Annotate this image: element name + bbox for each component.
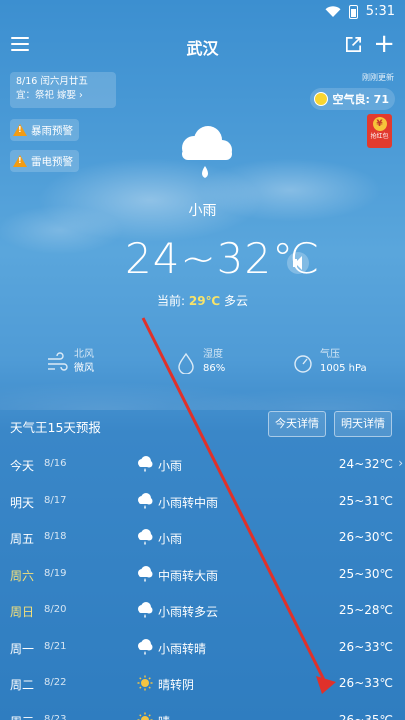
aqi-badge[interactable]: 空气良: 71 bbox=[310, 88, 395, 110]
forecast-day: 周五 bbox=[10, 532, 35, 546]
current-temp: 29℃ bbox=[188, 294, 221, 308]
red-packet-label: 抢红包 bbox=[370, 133, 389, 140]
forecast-row[interactable]: 周二 8/22 晴转阴 26~33℃ bbox=[0, 666, 405, 703]
light-rain-cloud-icon bbox=[182, 126, 232, 178]
forecast-day: 周一 bbox=[10, 641, 35, 656]
forecast-date: 8/18 bbox=[44, 531, 67, 542]
forecast-temps: 26~33℃ bbox=[338, 639, 393, 654]
forecast-temps: 25~30℃ bbox=[338, 566, 393, 581]
share-icon[interactable] bbox=[344, 35, 363, 54]
forecast-date: 8/22 bbox=[44, 677, 67, 688]
forecast-condition: 晴转阴 bbox=[158, 678, 195, 692]
update-status: 刚刚更新 bbox=[362, 73, 394, 82]
forecast-row[interactable]: 周一 8/21 小雨转晴 26~33℃ bbox=[0, 630, 405, 667]
forecast-day: 今天 bbox=[10, 459, 35, 473]
metric-value: 1005 hPa bbox=[320, 363, 367, 374]
forecast-condition: 中雨转大雨 bbox=[158, 568, 219, 583]
alert-label: 暴雨预警 bbox=[31, 124, 73, 137]
pressure-icon bbox=[294, 355, 312, 373]
lunar-date-card[interactable]: 8/16 闰六月廿五 宜：祭祀 嫁娶 › bbox=[10, 72, 116, 108]
wind-icon bbox=[48, 352, 68, 371]
rain-cloud-icon bbox=[136, 565, 154, 582]
metric-label: 气压 bbox=[320, 349, 340, 360]
forecast-date: 8/16 bbox=[44, 458, 67, 469]
battery-icon bbox=[348, 4, 358, 19]
forecast-temps: 25~31℃ bbox=[338, 493, 393, 508]
thunder-alert[interactable]: 雷电预警 bbox=[10, 150, 79, 172]
status-right: 5:31 bbox=[325, 4, 395, 19]
forecast-row[interactable]: 周六 8/19 中雨转大雨 25~30℃ bbox=[0, 557, 405, 594]
date-line: 8/16 闰六月廿五 bbox=[16, 76, 88, 87]
forecast-day: 周三 bbox=[10, 713, 34, 720]
today-detail-button[interactable]: 今天详情 bbox=[268, 411, 326, 437]
top-bar: 武汉 + bbox=[0, 28, 405, 62]
current-prefix: 当前: bbox=[157, 294, 186, 308]
forecast-header: 天气王15天预报 今天详情 明天详情 bbox=[0, 410, 405, 440]
forecast-date: 8/23 bbox=[44, 713, 67, 720]
forecast-condition: 小雨 bbox=[158, 532, 183, 546]
forecast-condition: 小雨转中雨 bbox=[158, 495, 219, 510]
rain-cloud-icon bbox=[136, 602, 154, 618]
rainstorm-alert[interactable]: 暴雨预警 bbox=[10, 119, 79, 141]
forecast-temps: 24~32℃ bbox=[338, 457, 393, 471]
forecast-row[interactable]: 今天 8/16 小雨 24~32℃ › bbox=[0, 447, 405, 484]
forecast-date: 8/20 bbox=[44, 604, 67, 615]
metric-value: 微风 bbox=[74, 363, 94, 374]
wind-metric: 北风 微风 bbox=[46, 348, 94, 382]
forecast-day: 周二 bbox=[10, 678, 35, 692]
status-time: 5:31 bbox=[365, 4, 395, 19]
speaker-icon[interactable] bbox=[287, 252, 309, 274]
humidity-icon bbox=[178, 352, 194, 374]
forecast-list: 今天 8/16 小雨 24~32℃ › 明天 8/17 小雨转中雨 25~31℃ 周五 8/18 小雨… bbox=[0, 447, 405, 720]
sun-icon bbox=[136, 712, 154, 720]
rain-cloud-icon bbox=[136, 492, 154, 509]
alert-label: 雷电预警 bbox=[31, 155, 73, 168]
forecast-date: 8/17 bbox=[44, 494, 67, 506]
coin-icon: ¥ bbox=[372, 117, 387, 131]
forecast-date: 8/19 bbox=[44, 567, 67, 579]
forecast-temps: 25~28℃ bbox=[338, 603, 393, 617]
humidity-metric: 湿度 86% bbox=[175, 348, 225, 382]
forecast-day: 明天 bbox=[10, 495, 35, 510]
metric-value: 86% bbox=[203, 363, 226, 374]
current-cond: 多云 bbox=[223, 294, 248, 308]
forecast-row[interactable]: 周日 8/20 小雨转多云 25~28℃ bbox=[0, 593, 405, 630]
rain-cloud-icon bbox=[136, 529, 154, 545]
forecast-date: 8/21 bbox=[44, 640, 67, 652]
aqi-face-icon bbox=[314, 92, 329, 106]
forecast-day: 周日 bbox=[10, 605, 35, 619]
status-bar: 5:31 bbox=[0, 0, 405, 26]
forecast-day: 周六 bbox=[10, 568, 35, 583]
forecast-temps: 26~30℃ bbox=[338, 530, 393, 544]
red-packet-button[interactable]: ¥ 抢红包 bbox=[367, 114, 392, 148]
current-weather-line: 当前: 29℃ 多云 bbox=[0, 292, 405, 309]
sun-icon bbox=[136, 675, 154, 691]
chevron-right-icon: › bbox=[398, 456, 403, 470]
forecast-row[interactable]: 明天 8/17 小雨转中雨 25~31℃ bbox=[0, 484, 405, 521]
forecast-row[interactable]: 周三 8/23 晴 26~35℃ bbox=[0, 703, 405, 720]
forecast-title: 天气王15天预报 bbox=[10, 420, 101, 435]
aqi-label: 空气良: 71 bbox=[332, 93, 389, 106]
pressure-metric: 气压 1005 hPa bbox=[292, 348, 367, 382]
forecast-condition: 小雨转多云 bbox=[158, 605, 219, 619]
metric-label: 北风 bbox=[74, 349, 94, 360]
forecast-condition: 晴 bbox=[158, 713, 170, 720]
warning-icon bbox=[13, 155, 27, 167]
forecast-condition: 小雨转晴 bbox=[158, 641, 207, 656]
add-city-icon[interactable]: + bbox=[373, 31, 395, 57]
rain-cloud-icon bbox=[136, 638, 154, 655]
tomorrow-detail-button[interactable]: 明天详情 bbox=[334, 411, 392, 437]
forecast-row[interactable]: 周五 8/18 小雨 26~30℃ bbox=[0, 520, 405, 557]
rain-cloud-icon bbox=[136, 456, 154, 472]
current-condition: 小雨 bbox=[188, 203, 217, 219]
forecast-condition: 小雨 bbox=[158, 459, 183, 473]
metric-label: 湿度 bbox=[203, 349, 223, 360]
forecast-temps: 26~35℃ bbox=[338, 712, 393, 720]
warning-icon bbox=[13, 124, 27, 136]
almanac-line: 宜：祭祀 嫁娶 › bbox=[16, 90, 83, 101]
wifi-icon bbox=[325, 5, 341, 17]
forecast-temps: 26~33℃ bbox=[338, 676, 393, 690]
